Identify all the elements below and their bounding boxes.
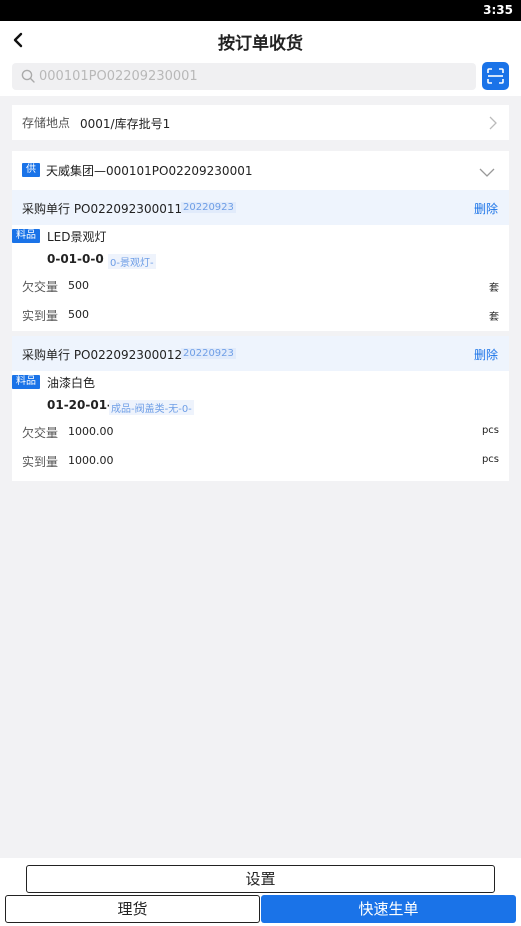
- page-title: 按订单收货: [218, 34, 303, 54]
- search-input[interactable]: [39, 66, 459, 87]
- owed-quantity-value: 500: [68, 279, 89, 292]
- search-icon: [21, 69, 35, 83]
- bottom-action-bar: 设置 理货 快速生单: [0, 858, 521, 926]
- item-spec: 成品-阀盖类-无-0-: [109, 400, 194, 415]
- order-line-label: 采购单行 PO0220923000111: [22, 202, 190, 216]
- scan-icon: [487, 68, 504, 84]
- order-line-item: 料品 油漆白色 01-20-01-0 成品-阀盖类-无-0- 欠交量 1000.…: [12, 371, 509, 479]
- item-tag: 料品: [12, 375, 40, 389]
- search-bar: [0, 58, 521, 96]
- delete-button[interactable]: 删除: [474, 346, 498, 363]
- app-header: 按订单收货: [0, 21, 521, 58]
- arrange-goods-button[interactable]: 理货: [5, 895, 260, 923]
- received-quantity-unit: 套: [489, 312, 499, 323]
- search-box[interactable]: [12, 63, 476, 90]
- owed-quantity-label: 欠交量: [22, 280, 59, 294]
- quick-create-order-button[interactable]: 快速生单: [261, 895, 516, 923]
- received-quantity-label: 实到量: [22, 309, 59, 323]
- delete-button[interactable]: 删除: [474, 200, 498, 217]
- owed-quantity-row: 欠交量 1000.00 pcs: [22, 424, 499, 442]
- order-line-date: 20220923: [181, 348, 236, 359]
- order-line-label: 采购单行 PO0220923000121: [22, 348, 190, 362]
- order-card: 供 天威集团—000101PO02209230001 采购单行 PO022092…: [12, 151, 509, 481]
- storage-location-label: 存储地点: [22, 116, 71, 130]
- supplier-header[interactable]: 供 天威集团—000101PO02209230001: [12, 151, 509, 189]
- received-quantity-unit: pcs: [481, 454, 499, 465]
- scan-button[interactable]: [482, 62, 509, 90]
- supplier-tag: 供: [22, 163, 40, 177]
- chevron-right-icon: [489, 115, 497, 134]
- order-line-item: 料品 LED景观灯 0-01-0-0 0-景观灯- 欠交量 500 套 实到量 …: [12, 225, 509, 333]
- received-quantity-row[interactable]: 实到量 1000.00 pcs: [22, 453, 499, 471]
- order-line-header: 采购单行 PO0220923000121 20220923 删除: [12, 336, 509, 371]
- item-name: LED景观灯: [47, 230, 107, 244]
- item-code: 0-01-0-0: [47, 252, 104, 266]
- status-time: 3:35: [483, 3, 513, 17]
- owed-quantity-label: 欠交量: [22, 426, 59, 440]
- status-bar: 3:35: [0, 0, 521, 21]
- storage-location-value: 0001/库存批号1: [80, 117, 171, 131]
- received-quantity-label: 实到量: [22, 455, 59, 469]
- chevron-down-icon[interactable]: [479, 163, 495, 182]
- received-quantity-value[interactable]: 500: [68, 308, 89, 321]
- owed-quantity-row: 欠交量 500 套: [22, 278, 499, 296]
- received-quantity-row[interactable]: 实到量 500 套: [22, 307, 499, 325]
- owed-quantity-unit: pcs: [481, 425, 499, 436]
- supplier-name: 天威集团—000101PO02209230001: [46, 164, 253, 178]
- settings-button[interactable]: 设置: [26, 865, 495, 893]
- order-line-date: 20220923: [181, 202, 236, 213]
- owed-quantity-value: 1000.00: [68, 425, 114, 438]
- received-quantity-value[interactable]: 1000.00: [68, 454, 114, 467]
- item-tag: 料品: [12, 229, 40, 243]
- item-name: 油漆白色: [47, 376, 96, 390]
- order-line-header: 采购单行 PO0220923000111 20220923 删除: [12, 190, 509, 225]
- storage-location-row[interactable]: 存储地点 0001/库存批号1: [12, 105, 509, 140]
- item-spec: 0-景观灯-: [108, 254, 156, 269]
- owed-quantity-unit: 套: [489, 283, 499, 294]
